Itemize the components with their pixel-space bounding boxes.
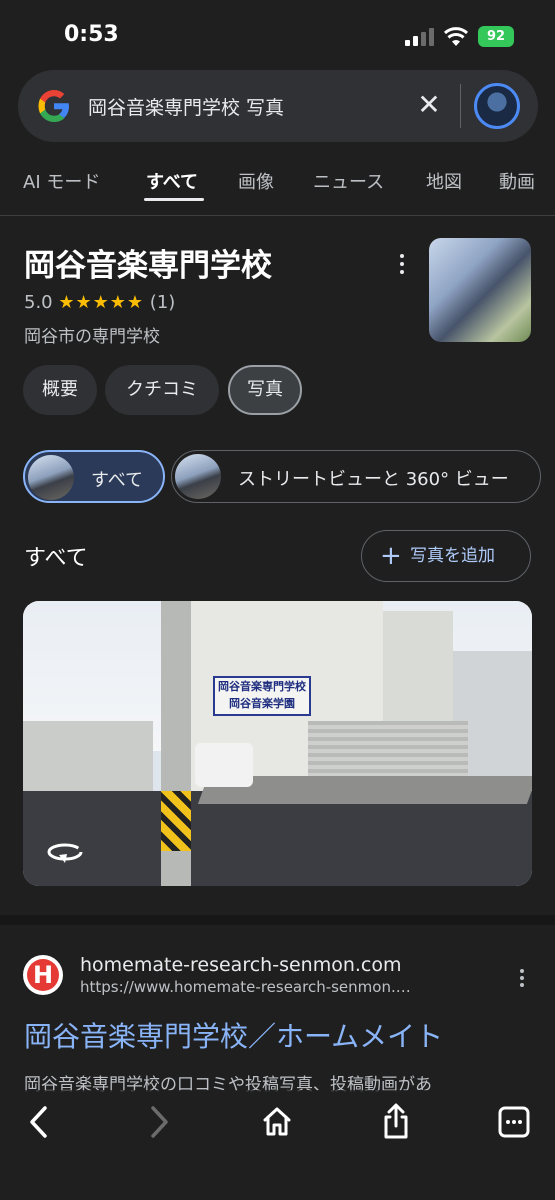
search-box[interactable]: 岡谷音楽専門学校 写真 ✕: [18, 70, 538, 142]
battery-level: 92: [486, 29, 506, 44]
google-logo-icon: [38, 90, 69, 122]
more-options-icon[interactable]: [392, 250, 412, 280]
tab-ai-mode[interactable]: AI モード: [23, 168, 100, 194]
place-rating[interactable]: 5.0 ★★★★★ (1): [24, 292, 175, 313]
photo-filter-thumbnail: [175, 454, 221, 499]
photo-filter-street-view[interactable]: ストリートビューと 360° ビュー: [171, 450, 541, 503]
status-bar: 0:53 92: [0, 0, 555, 70]
search-tabs: AI モード すべて 画像 ニュース 地図 動画: [0, 160, 555, 216]
tabs-menu-icon[interactable]: [492, 1100, 536, 1144]
rating-value: 5.0: [24, 292, 53, 313]
add-photo-label: 写真を追加: [410, 546, 495, 566]
photo-filter-all[interactable]: すべて: [23, 450, 165, 503]
photos-section-title: すべて: [24, 546, 88, 571]
tab-images[interactable]: 画像: [238, 168, 274, 194]
account-avatar[interactable]: [474, 83, 520, 129]
chip-overview[interactable]: 概要: [23, 365, 97, 415]
back-icon[interactable]: [18, 1100, 62, 1144]
school-signboard: 岡谷音楽専門学校 岡谷音楽学園: [213, 676, 311, 716]
street-view-photo[interactable]: 岡谷音楽専門学校 岡谷音楽学園: [23, 601, 532, 886]
forward-icon[interactable]: [136, 1100, 180, 1144]
result-title-link[interactable]: 岡谷音楽専門学校／ホームメイト: [24, 1015, 443, 1055]
place-type: 岡谷市の専門学校: [24, 327, 160, 347]
share-icon[interactable]: [374, 1100, 418, 1144]
photo-filter-label: すべて: [91, 470, 144, 491]
search-divider: [460, 84, 461, 128]
home-icon[interactable]: [255, 1100, 299, 1144]
chip-photos[interactable]: 写真: [228, 365, 302, 415]
section-separator: [0, 915, 555, 925]
place-title: 岡谷音楽専門学校: [24, 248, 272, 284]
browser-toolbar: [0, 1090, 555, 1200]
review-count: (1): [149, 292, 176, 313]
result-more-icon[interactable]: [512, 966, 532, 996]
battery-indicator: 92: [478, 26, 514, 47]
site-favicon[interactable]: H: [23, 955, 63, 995]
photo-filter-thumbnail: [28, 455, 74, 500]
360-rotate-icon: [47, 843, 83, 863]
tab-videos[interactable]: 動画: [499, 168, 535, 194]
search-input[interactable]: 岡谷音楽専門学校 写真: [88, 93, 284, 120]
active-tab-indicator: [144, 198, 204, 201]
chip-reviews[interactable]: クチコミ: [105, 365, 219, 415]
tab-maps[interactable]: 地図: [426, 168, 462, 194]
result-site-name[interactable]: homemate-research-senmon.com: [80, 954, 402, 976]
star-rating-icon: ★★★★★: [58, 292, 145, 313]
tab-all[interactable]: すべて: [146, 168, 198, 194]
add-photo-button[interactable]: + 写真を追加: [361, 530, 531, 582]
clear-search-icon[interactable]: ✕: [414, 88, 444, 122]
cellular-signal-icon: [405, 28, 435, 46]
wifi-icon: [443, 27, 469, 46]
place-thumbnail[interactable]: [429, 238, 531, 342]
result-url[interactable]: https://www.homemate-research-senmon.…: [80, 978, 475, 996]
plus-icon: +: [380, 541, 402, 571]
status-time: 0:53: [64, 22, 119, 47]
favicon-letter: H: [27, 959, 59, 991]
tab-news[interactable]: ニュース: [313, 168, 384, 194]
photo-filter-label: ストリートビューと 360° ビュー: [238, 469, 509, 490]
